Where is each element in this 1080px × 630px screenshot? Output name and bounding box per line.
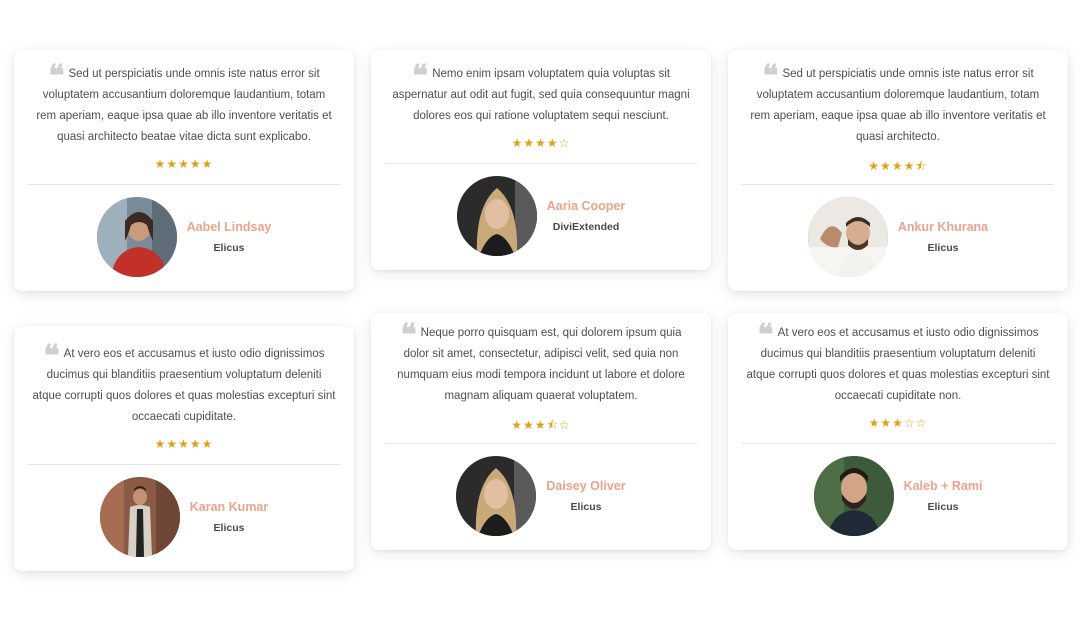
testimonial-card: ❝ At vero eos et accusamus et iusto odio … [14, 326, 354, 571]
testimonial-card: ❝ Nemo enim ipsam voluptatem quia volupta… [371, 50, 711, 270]
author: Aabel Lindsay Elicus [28, 185, 340, 291]
author-name: Daisey Oliver [546, 479, 626, 493]
avatar [96, 197, 177, 277]
testimonial-quote-block: ❝ At vero eos et accusamus et iusto odio … [742, 321, 1054, 407]
author-name: Karan Kumar [189, 500, 269, 514]
author-company: Elicus [927, 501, 959, 513]
testimonial-card: ❝ At vero eos et accusamus et iusto odio … [728, 313, 1068, 550]
author: Ankur Khurana Elicus [742, 185, 1054, 291]
author: Karan Kumar Elicus [28, 465, 340, 571]
testimonial-quote-block: ❝ Sed ut perspiciatis unde omnis iste nat… [742, 62, 1054, 148]
testimonial-card: ❝ Sed ut perspiciatis unde omnis iste nat… [728, 50, 1068, 291]
avatar [99, 477, 180, 557]
author-name: Aaria Cooper [546, 199, 626, 213]
author: Kaleb + Rami Elicus [742, 444, 1054, 550]
testimonial-quote-block: ❝ Nemo enim ipsam voluptatem quia volupta… [385, 62, 697, 127]
testimonial-text: Nemo enim ipsam voluptatem quia voluptas… [392, 68, 690, 122]
testimonial-text-wrap: ❝ Sed ut perspiciatis unde omnis iste nat… [746, 62, 1050, 148]
testimonial-text: Sed ut perspiciatis unde omnis iste natu… [750, 68, 1046, 143]
author-company: Elicus [570, 501, 602, 513]
testimonial-card: ❝ Sed ut perspiciatis unde omnis iste nat… [14, 50, 354, 291]
author-name: Kaleb + Rami [903, 479, 983, 493]
testimonial-quote-block: ❝ Neque porro quisquam est, qui dolorem i… [385, 321, 697, 407]
star-rating: ★★★★☆ [511, 136, 571, 150]
testimonial-text: At vero eos et accusamus et iusto odio d… [32, 348, 336, 423]
testimonial-card: ❝ Neque porro quisquam est, qui dolorem i… [371, 313, 711, 550]
star-rating: ★★★★⯪ [868, 159, 928, 173]
testimonial-text-wrap: ❝ At vero eos et accusamus et iusto odio … [746, 321, 1050, 407]
testimonial-text-wrap: ❝ Neque porro quisquam est, qui dolorem i… [389, 321, 693, 407]
author: Daisey Oliver Elicus [385, 444, 697, 550]
star-rating: ★★★★★ [154, 437, 214, 451]
testimonial-text: Sed ut perspiciatis unde omnis iste natu… [36, 68, 332, 143]
avatar [813, 456, 894, 536]
testimonial-text: At vero eos et accusamus et iusto odio d… [746, 327, 1050, 402]
avatar [456, 456, 537, 536]
testimonial-text-wrap: ❝ Nemo enim ipsam voluptatem quia volupta… [389, 62, 693, 127]
author-company: Elicus [927, 242, 959, 254]
testimonial-quote-block: ❝ At vero eos et accusamus et iusto odio … [28, 342, 340, 428]
avatar [807, 197, 888, 277]
testimonial-text-wrap: ❝ At vero eos et accusamus et iusto odio … [32, 342, 336, 428]
testimonial-text: Neque porro quisquam est, qui dolorem ip… [397, 327, 685, 402]
testimonial-quote-block: ❝ Sed ut perspiciatis unde omnis iste nat… [28, 62, 340, 148]
star-rating: ★★★☆☆ [868, 416, 928, 430]
star-rating: ★★★★★ [154, 157, 214, 171]
star-rating: ★★★⯪☆ [511, 418, 571, 432]
author-company: Elicus [213, 242, 245, 254]
author-company: Elicus [213, 522, 245, 534]
author-company: DiviExtended [552, 221, 620, 233]
testimonial-text-wrap: ❝ Sed ut perspiciatis unde omnis iste nat… [32, 62, 336, 148]
author: Aaria Cooper DiviExtended [385, 164, 697, 270]
author-name: Aabel Lindsay [186, 220, 272, 234]
avatar [456, 176, 537, 256]
author-name: Ankur Khurana [897, 220, 989, 234]
